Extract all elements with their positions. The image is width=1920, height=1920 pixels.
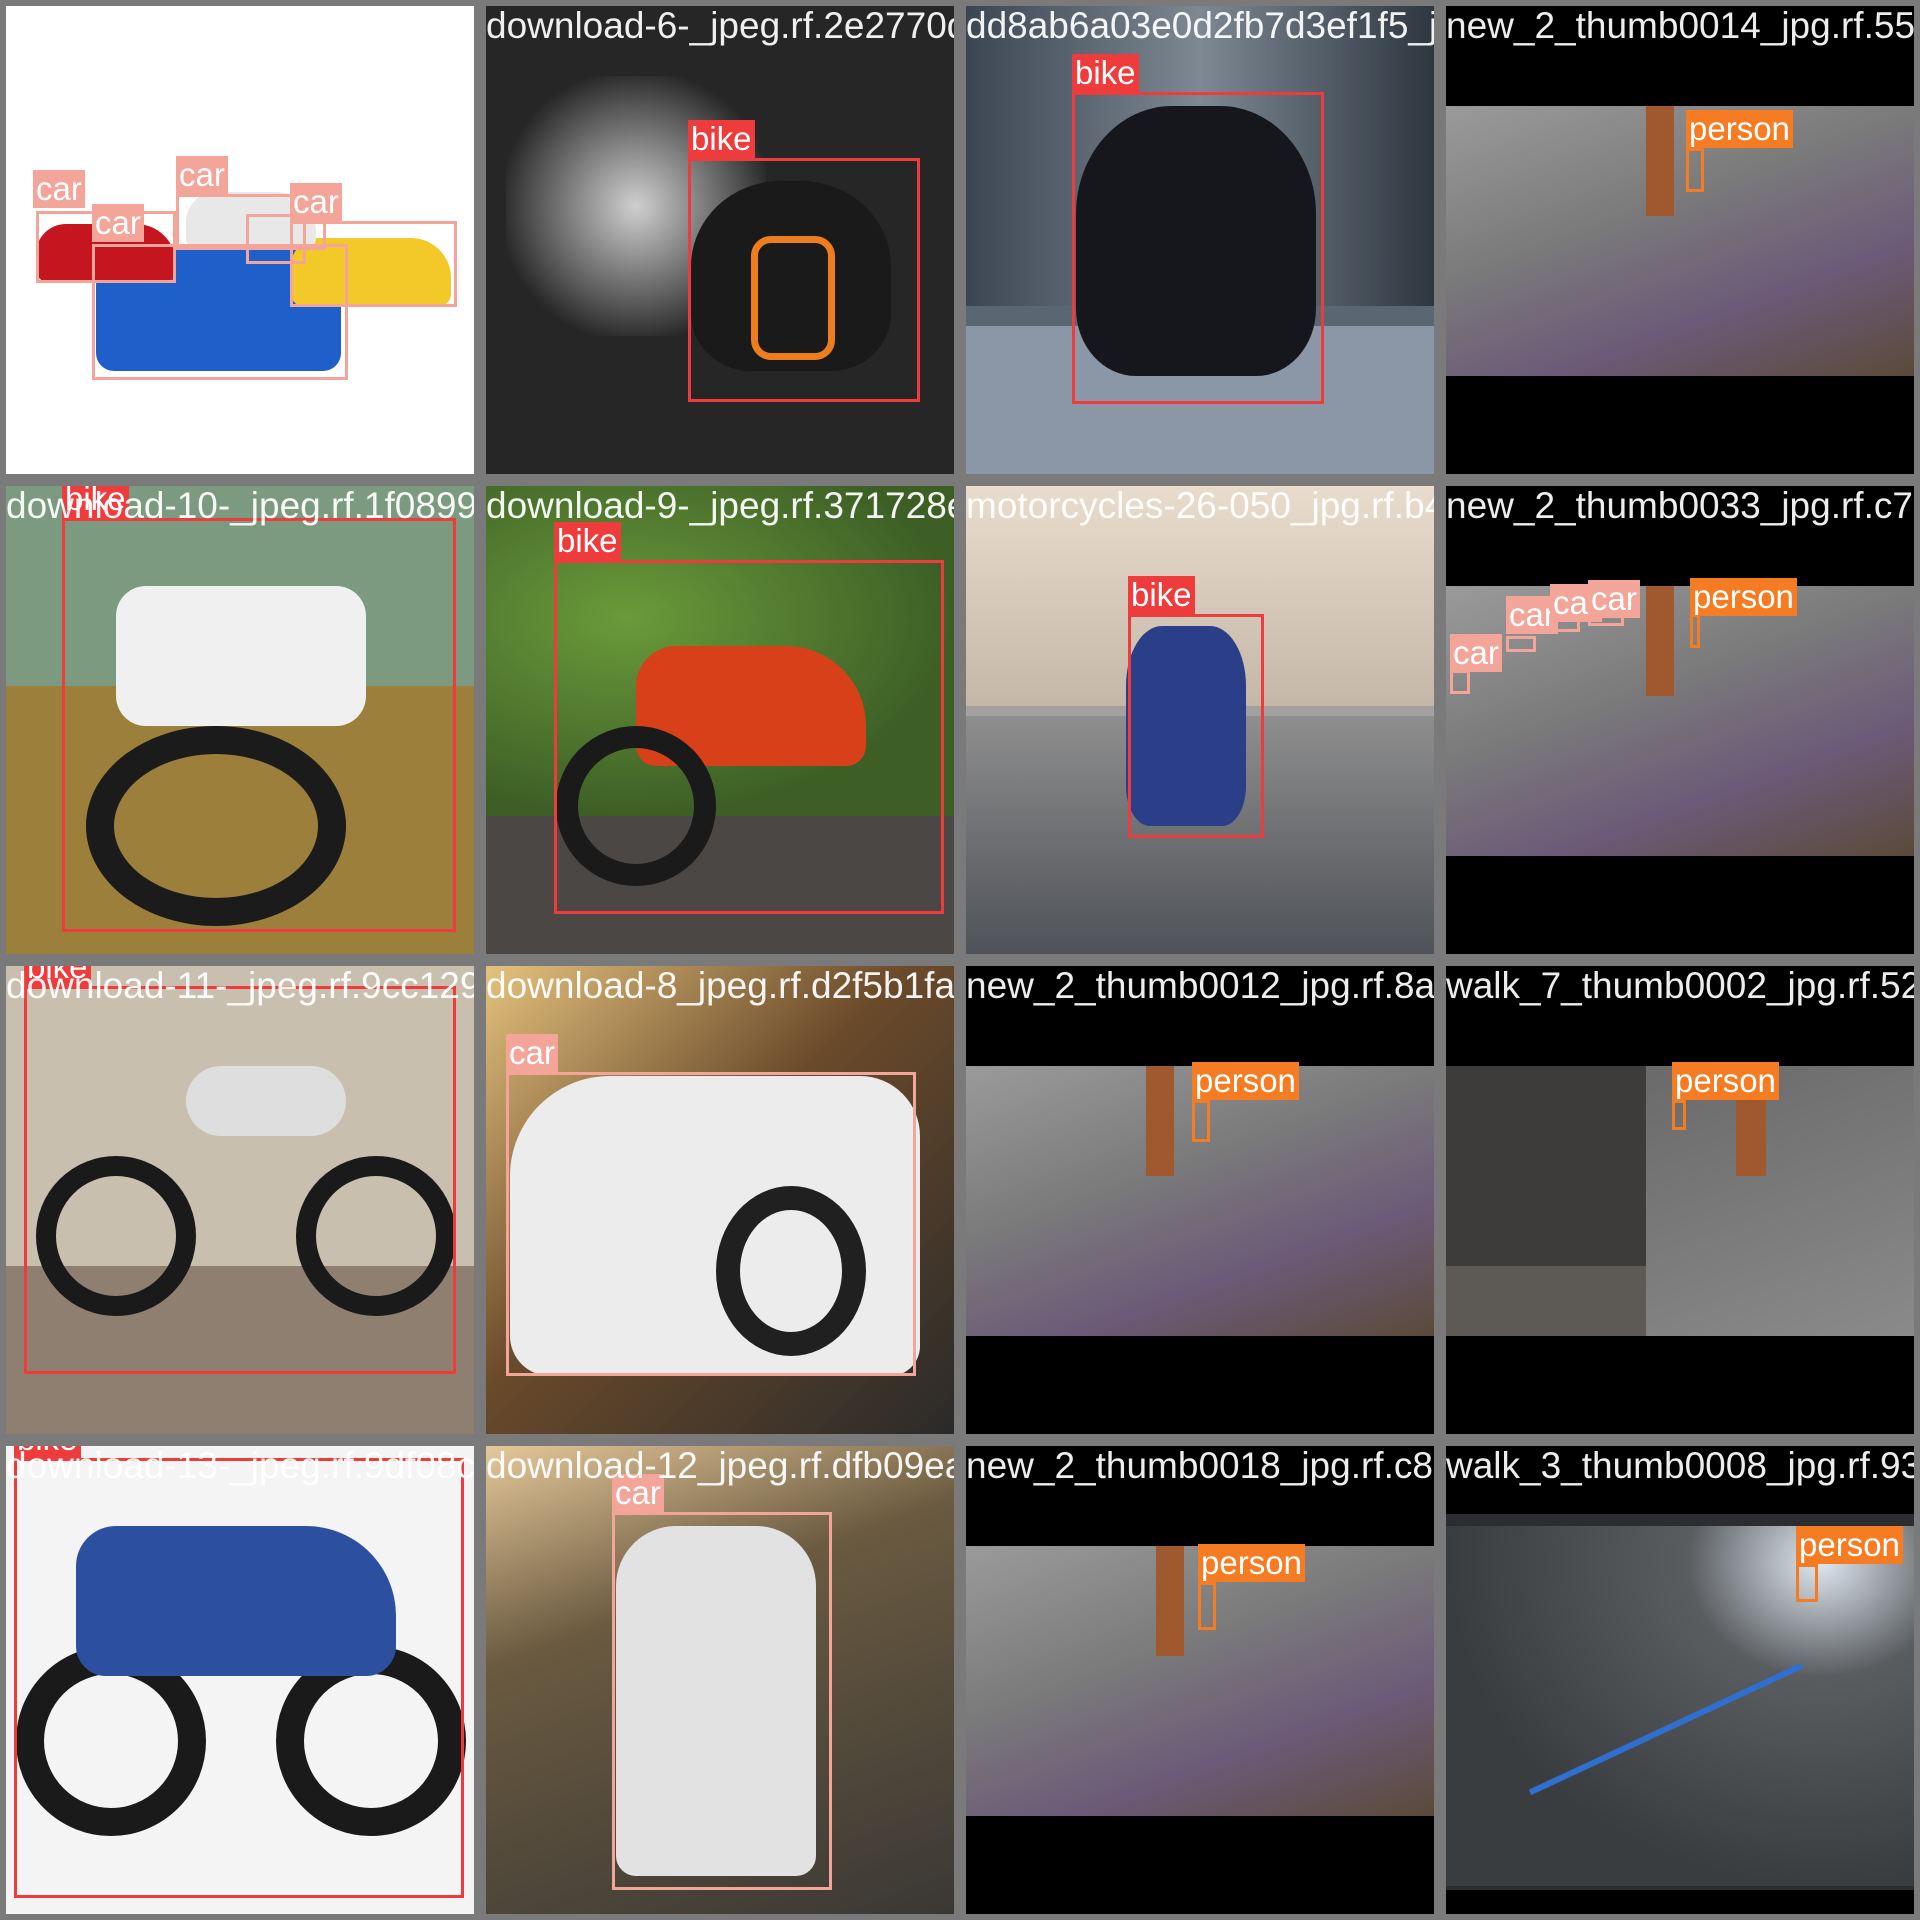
storefront — [1446, 1066, 1676, 1266]
detection-label: person — [1690, 578, 1797, 616]
detection-box — [24, 986, 456, 1374]
building-pillar — [1156, 1546, 1184, 1656]
detection-box — [1506, 636, 1536, 652]
tile-filename: dd8ab6a03e0d2fb7d3ef1f5_jpg.rf.c2e4 — [966, 5, 1438, 46]
tile-filename: new_2_thumb0014_jpg.rf.55 — [1446, 5, 1916, 46]
detection-label: bike — [1072, 54, 1139, 92]
parking-lot — [1446, 1526, 1914, 1886]
detection-label: person — [1686, 110, 1793, 148]
detection-mosaic: car car car car car depositphotos_630235… — [0, 0, 1920, 1920]
detection-box — [688, 158, 920, 402]
detection-box — [612, 1512, 832, 1890]
building-pillar — [1646, 586, 1674, 696]
letterbox-bottom — [1446, 1336, 1914, 1434]
tile-filename: download-8_jpeg.rf.d2f5b1fadbee2ef8 — [486, 965, 956, 1006]
detection-box — [290, 221, 457, 307]
tile-filename: download-13-_jpeg.rf.9df08c — [6, 1445, 475, 1486]
detection-label: car — [1450, 634, 1502, 672]
tile-filename: new_2_thumb0018_jpg.rf.c8 — [966, 1445, 1433, 1486]
image-tile[interactable]: car download-12_jpeg.rf.dfb09ea5 — [480, 1440, 960, 1920]
detection-box — [506, 1072, 916, 1376]
tile-filename: download-6-_jpeg.rf.2e2770d87f9756bc930b… — [486, 5, 954, 46]
tile-filename: download-10-_jpeg.rf.1f0899a7b23a6e1e44a… — [6, 485, 478, 526]
letterbox-bottom — [1446, 1890, 1914, 1914]
tile-filename: depositphotos_63023511-stock-photo-cars.… — [6, 5, 480, 46]
street — [1646, 1066, 1914, 1336]
tile-filename: new_2_thumb0033_jpg.rf.c7 — [1446, 485, 1913, 526]
street — [1446, 106, 1914, 376]
detection-box — [1686, 148, 1704, 192]
detection-label: bike — [1128, 576, 1195, 614]
detection-box — [1690, 614, 1700, 648]
tile-filename: motorcycles-26-050_jpg.rf.b49207bd6bbe — [966, 485, 1440, 526]
image-tile[interactable]: car download-8_jpeg.rf.d2f5b1fadbee2ef8 — [480, 960, 960, 1440]
letterbox-bottom — [1446, 376, 1914, 474]
detection-box — [1192, 1100, 1210, 1142]
detection-label: person — [1672, 1062, 1779, 1100]
image-tile[interactable]: bike motorcycles-26-050_jpg.rf.b49207bd6… — [960, 480, 1440, 960]
tile-filename: download-9-_jpeg.rf.371728e94f5dbe1e4f2f — [486, 485, 954, 526]
detection-box — [14, 1458, 464, 1898]
tile-filename: new_2_thumb0012_jpg.rf.8a — [966, 965, 1436, 1006]
tile-image — [1446, 1446, 1914, 1914]
building-pillar — [1146, 1066, 1174, 1176]
detection-label: car — [1588, 580, 1640, 618]
tile-filename: download-11-_jpeg.rf.9cc1295c4fad98a1c14… — [6, 965, 480, 1006]
letterbox-bottom — [1446, 856, 1914, 954]
detection-label: car — [506, 1034, 558, 1072]
detection-box — [1128, 614, 1264, 838]
detection-label: car — [33, 170, 85, 208]
image-tile[interactable]: bike download-11-_jpeg.rf.9cc1295c4fad98… — [0, 960, 480, 1440]
image-tile[interactable]: person walk_3_thumb0008_jpg.rf.93 — [1440, 1440, 1920, 1920]
building-pillar — [1646, 106, 1674, 216]
image-tile[interactable]: person walk_7_thumb0002_jpg.rf.52 — [1440, 960, 1920, 1440]
image-tile[interactable]: car car car car person new_2_thumb0033_j… — [1440, 480, 1920, 960]
detection-box — [62, 518, 456, 932]
detection-label: bike — [688, 120, 755, 158]
detection-label: person — [1198, 1544, 1305, 1582]
detection-box — [1072, 92, 1324, 404]
letterbox-bottom — [966, 1816, 1434, 1914]
image-tile[interactable]: bike download-13-_jpeg.rf.9df08c — [0, 1440, 480, 1920]
image-tile[interactable]: car car car car car depositphotos_630235… — [0, 0, 480, 480]
image-tile[interactable]: bike dd8ab6a03e0d2fb7d3ef1f5_jpg.rf.c2e4 — [960, 0, 1440, 480]
tile-filename: walk_7_thumb0002_jpg.rf.52 — [1446, 965, 1920, 1006]
image-tile[interactable]: person new_2_thumb0012_jpg.rf.8a — [960, 960, 1440, 1440]
detection-box — [1450, 670, 1470, 694]
tile-filename: walk_3_thumb0008_jpg.rf.93 — [1446, 1445, 1920, 1486]
detection-box — [554, 560, 944, 914]
detection-box — [1672, 1100, 1686, 1130]
detection-label: person — [1796, 1526, 1903, 1564]
detection-label: person — [1192, 1062, 1299, 1100]
tile-filename: download-12_jpeg.rf.dfb09ea5 — [486, 1445, 960, 1486]
image-tile[interactable]: person new_2_thumb0018_jpg.rf.c8 — [960, 1440, 1440, 1920]
detection-label: car — [176, 156, 228, 194]
detection-box — [1198, 1582, 1216, 1630]
detection-box — [1796, 1564, 1818, 1602]
letterbox-bottom — [966, 1336, 1434, 1434]
detection-box — [246, 214, 306, 264]
detection-label: car — [92, 204, 144, 242]
detection-label: bike — [554, 522, 621, 560]
image-tile[interactable]: bike download-10-_jpeg.rf.1f0899a7b23a6e… — [0, 480, 480, 960]
image-tile[interactable]: bike download-6-_jpeg.rf.2e2770d87f9756b… — [480, 0, 960, 480]
image-tile[interactable]: person new_2_thumb0014_jpg.rf.55 — [1440, 0, 1920, 480]
image-tile[interactable]: bike download-9-_jpeg.rf.371728e94f5dbe1… — [480, 480, 960, 960]
detection-label: car — [290, 183, 342, 221]
